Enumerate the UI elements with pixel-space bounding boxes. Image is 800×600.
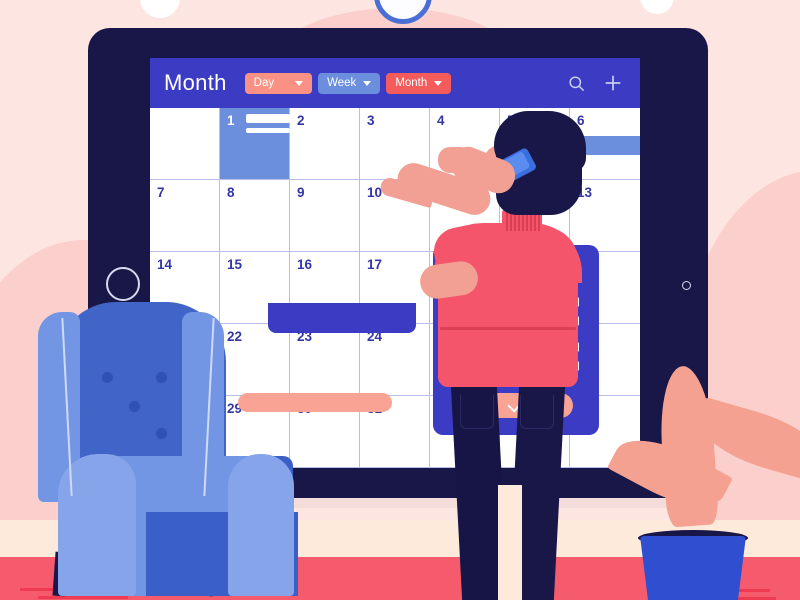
person-pocket — [520, 395, 554, 429]
day-number: 14 — [157, 257, 173, 272]
chevron-down-icon — [363, 80, 372, 86]
calendar-cell[interactable]: 2 — [290, 108, 360, 180]
view-chip-day[interactable]: Day — [244, 72, 313, 94]
chair-arm-right — [228, 454, 294, 596]
app-header: Month Day Week Month — [150, 58, 640, 108]
view-chip-month-label: Month — [395, 77, 428, 89]
day-number: 7 — [157, 185, 165, 200]
chair-button — [102, 372, 113, 383]
day-number: 17 — [367, 257, 383, 272]
calendar-cell[interactable]: 9 — [290, 180, 360, 252]
view-chip-day-label: Day — [253, 77, 275, 89]
chair-button — [129, 401, 140, 412]
chair-button — [156, 372, 167, 383]
calendar-cell-selected[interactable]: 1 — [220, 108, 290, 180]
page-title: Month — [164, 70, 227, 95]
person-on-phone — [378, 105, 608, 600]
day-number: 8 — [227, 185, 235, 200]
rug-stripe — [38, 596, 128, 599]
potted-plant — [607, 358, 800, 600]
calendar-cell[interactable]: 8 — [220, 180, 290, 252]
view-chip-week[interactable]: Week — [318, 72, 381, 94]
person-hand — [438, 147, 472, 173]
tablet-camera-icon — [682, 281, 691, 290]
armchair — [30, 296, 310, 597]
event-line — [246, 114, 290, 123]
search-icon[interactable] — [567, 74, 586, 93]
day-number: 9 — [297, 185, 305, 200]
calendar-cell[interactable] — [150, 108, 220, 180]
chevron-down-icon — [434, 80, 443, 86]
calendar-cell[interactable]: 7 — [150, 180, 220, 252]
person-pocket — [460, 395, 494, 429]
plant-leaf — [656, 364, 720, 528]
event-line — [246, 128, 290, 133]
plus-icon[interactable] — [602, 72, 624, 94]
day-number: 3 — [367, 113, 375, 128]
illustration-scene: Month Day Week Month 1 2 3 4 6 7 8 9 10 … — [0, 0, 800, 600]
day-number: 16 — [297, 257, 313, 272]
view-chip-month[interactable]: Month — [386, 72, 452, 94]
person-shirt-hem — [440, 327, 576, 330]
chevron-down-icon — [295, 80, 304, 86]
day-number: 15 — [227, 257, 243, 272]
chair-button — [156, 428, 167, 439]
day-number: 2 — [297, 113, 305, 128]
day-number: 1 — [227, 113, 235, 128]
person-leg-gap — [498, 485, 522, 600]
plant-pot — [640, 536, 746, 600]
view-chip-week-label: Week — [327, 77, 357, 89]
